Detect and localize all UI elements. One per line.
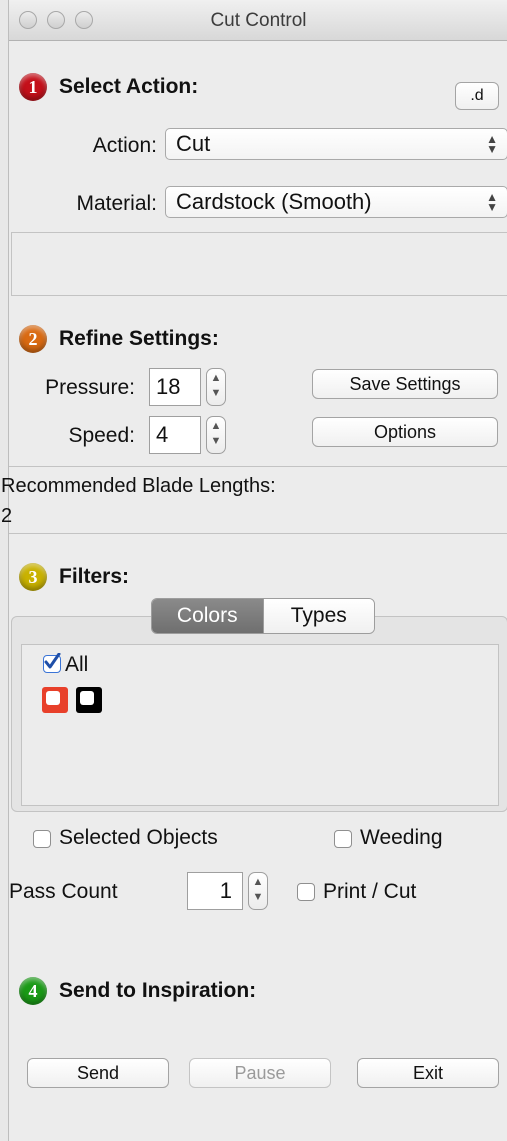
tab-types[interactable]: Types — [262, 599, 374, 633]
step2-header: 2 Refine Settings: — [19, 322, 219, 356]
step1-heading: Select Action: — [59, 75, 199, 98]
action-label: Action: — [92, 134, 157, 157]
action-value: Cut — [176, 131, 211, 156]
pause-button[interactable]: Pause — [189, 1058, 331, 1088]
speed-stepper[interactable]: ▲ ▼ — [206, 416, 226, 454]
title-bar: Cut Control — [9, 0, 507, 41]
blade-length-label: Recommended Blade Lengths: — [1, 475, 276, 497]
step4-heading: Send to Inspiration: — [59, 979, 257, 1002]
swatch-checkbox-icon — [80, 691, 94, 705]
pressure-stepper[interactable]: ▲ ▼ — [206, 368, 226, 406]
step4-header: 4 Send to Inspiration: — [19, 974, 256, 1008]
speed-label: Speed: — [68, 424, 135, 447]
print-cut-label: Print / Cut — [323, 880, 417, 903]
weeding-label: Weeding — [360, 826, 443, 849]
step3-header: 3 Filters: — [19, 560, 129, 594]
step2-number-badge: 2 — [19, 325, 47, 353]
selected-objects-checkbox[interactable] — [33, 830, 51, 848]
material-label: Material: — [76, 192, 157, 215]
step3-heading: Filters: — [59, 565, 130, 588]
material-select[interactable]: Cardstock (Smooth) ▲ ▼ — [165, 186, 507, 218]
window-title: Cut Control — [210, 10, 307, 31]
speed-input[interactable]: 4 — [149, 416, 201, 454]
filters-segmented-control: Colors Types — [151, 598, 375, 634]
colors-list: All — [21, 644, 499, 806]
popup-arrows-icon: ▲ ▼ — [486, 190, 498, 214]
step1-number-badge: 1 — [19, 73, 47, 101]
pass-count-stepper[interactable]: ▲ ▼ — [248, 872, 268, 910]
cut-control-window: Cut Control 1 Select Action: .d Action: … — [1, 0, 507, 1141]
action-select[interactable]: Cut ▲ ▼ — [165, 128, 507, 160]
all-label: All — [65, 653, 89, 676]
pressure-label: Pressure: — [45, 376, 135, 399]
tab-colors[interactable]: Colors — [152, 599, 263, 633]
step1-corner-button[interactable]: .d — [455, 82, 499, 110]
exit-button[interactable]: Exit — [357, 1058, 499, 1088]
pressure-input[interactable]: 18 — [149, 368, 201, 406]
send-button[interactable]: Send — [27, 1058, 169, 1088]
step3-number-badge: 3 — [19, 563, 47, 591]
selected-objects-label: Selected Objects — [59, 826, 218, 849]
blade-length-panel: Recommended Blade Lengths: 2 — [1, 466, 507, 534]
color-swatch-red[interactable] — [42, 687, 68, 713]
popup-arrows-icon: ▲ ▼ — [486, 132, 498, 156]
weeding-checkbox[interactable] — [334, 830, 352, 848]
color-swatch-black[interactable] — [76, 687, 102, 713]
print-cut-checkbox[interactable] — [297, 883, 315, 901]
save-settings-button[interactable]: Save Settings — [312, 369, 498, 399]
all-checkbox[interactable] — [43, 653, 61, 673]
material-info-box — [11, 232, 507, 296]
step2-heading: Refine Settings: — [59, 327, 219, 350]
material-value: Cardstock (Smooth) — [176, 189, 372, 214]
swatch-checkbox-icon — [46, 691, 60, 705]
options-button[interactable]: Options — [312, 417, 498, 447]
pass-count-label: Pass Count — [9, 880, 118, 903]
pass-count-input[interactable]: 1 — [187, 872, 243, 910]
checkmark-icon — [44, 653, 61, 669]
step1-header: 1 Select Action: — [19, 70, 198, 104]
blade-length-value: 2 — [1, 505, 13, 527]
step4-number-badge: 4 — [19, 977, 47, 1005]
